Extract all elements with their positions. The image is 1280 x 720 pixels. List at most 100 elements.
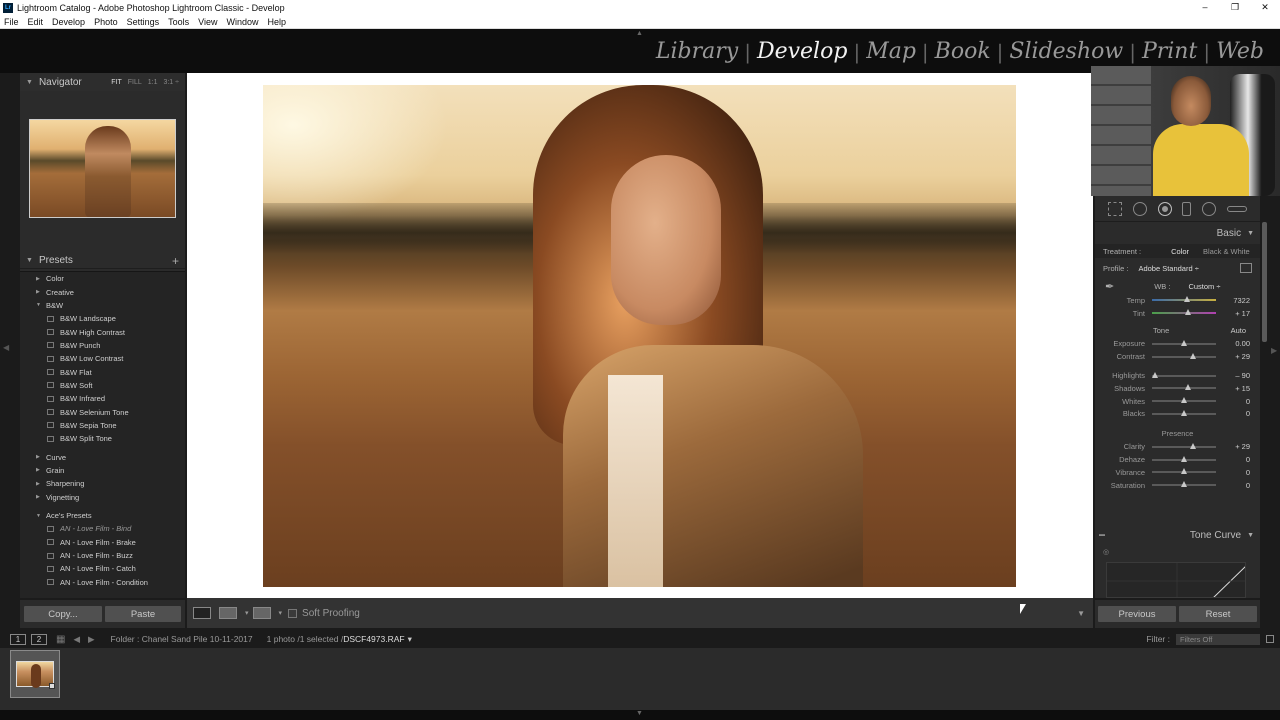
toolbar-menu-icon[interactable]: ▼ xyxy=(1077,609,1085,618)
menu-edit[interactable]: Edit xyxy=(28,17,44,27)
minimize-button[interactable]: – xyxy=(1190,2,1220,13)
collapse-triangle-icon[interactable]: ▼ xyxy=(1247,532,1254,539)
dropdown-arrow-icon[interactable]: ▾ xyxy=(279,609,283,617)
preset-item[interactable]: B&W Split Tone xyxy=(20,432,185,445)
menu-file[interactable]: File xyxy=(4,17,19,27)
collapse-top-panel-icon[interactable]: ▲ xyxy=(636,30,643,37)
close-button[interactable]: ✕ xyxy=(1250,2,1280,13)
previous-button[interactable]: Previous xyxy=(1098,606,1176,622)
folder-path[interactable]: Folder : Chanel Sand Pile 10-11-2017 xyxy=(111,634,253,644)
auto-tone-button[interactable]: Auto xyxy=(1231,326,1246,335)
grid-view-icon[interactable]: ▦ xyxy=(56,634,65,645)
slider-value[interactable]: 0 xyxy=(1216,468,1250,477)
filename-dropdown-icon[interactable]: ▾ xyxy=(408,634,412,645)
slider-value[interactable]: 7322 xyxy=(1216,296,1250,305)
slider-track[interactable] xyxy=(1152,468,1216,475)
preset-folder[interactable]: ▶ Color xyxy=(20,272,185,285)
filter-select[interactable]: Filters Off xyxy=(1176,633,1260,645)
before-after-yy-icon[interactable] xyxy=(252,607,271,619)
navigator-header[interactable]: ▼ Navigator FIT FILL 1:1 3:1 ÷ xyxy=(20,73,185,91)
slider-track[interactable] xyxy=(1152,397,1216,404)
slider-track[interactable] xyxy=(1152,442,1216,449)
slider-track[interactable] xyxy=(1152,371,1216,378)
slider-handle[interactable] xyxy=(1181,397,1187,404)
radial-filter-icon[interactable] xyxy=(1201,201,1216,216)
slider-handle[interactable] xyxy=(1181,481,1187,488)
slider-handle[interactable] xyxy=(1181,468,1187,475)
before-after-rr-icon[interactable] xyxy=(219,607,237,619)
collapsed-triangle-icon[interactable]: ▶ xyxy=(36,481,41,487)
module-slideshow[interactable]: Slideshow xyxy=(1003,39,1129,64)
zoom-fit[interactable]: FIT xyxy=(111,79,122,86)
collapsed-triangle-icon[interactable]: ▶ xyxy=(36,289,41,295)
collapse-filmstrip-icon[interactable]: ▼ xyxy=(636,710,643,717)
dropdown-arrow-icon[interactable]: ▾ xyxy=(245,609,249,617)
slider-handle[interactable] xyxy=(1181,409,1187,416)
collapsed-triangle-icon[interactable]: ▶ xyxy=(36,276,41,282)
slider-track[interactable] xyxy=(1152,352,1216,359)
preset-item[interactable]: AN - Love Film - Brake xyxy=(20,536,185,549)
menu-tools[interactable]: Tools xyxy=(168,17,189,27)
navigator-preview[interactable] xyxy=(29,119,176,218)
expanded-triangle-icon[interactable]: ▼ xyxy=(36,302,41,308)
preset-item[interactable]: B&W Soft xyxy=(20,379,185,392)
slider-value[interactable]: 0.00 xyxy=(1216,339,1250,348)
collapse-left-panel-icon[interactable]: ◀ xyxy=(3,343,9,352)
collapse-triangle-icon[interactable]: ▼ xyxy=(1247,230,1254,237)
collapse-right-panel-icon[interactable]: ▶ xyxy=(1271,346,1277,355)
add-preset-icon[interactable]: + xyxy=(172,254,179,268)
slider-value[interactable]: + 15 xyxy=(1216,384,1250,393)
slider-track[interactable] xyxy=(1152,339,1216,346)
menu-window[interactable]: Window xyxy=(227,17,259,27)
slider-handle[interactable] xyxy=(1184,296,1191,303)
right-panel-scrollbar[interactable] xyxy=(1262,222,1267,342)
main-photo[interactable] xyxy=(263,85,1016,587)
zoom-1-1[interactable]: 1:1 xyxy=(148,79,158,86)
slider-track[interactable] xyxy=(1152,309,1216,316)
slider-handle[interactable] xyxy=(1181,455,1187,462)
preset-item[interactable]: B&W Punch xyxy=(20,339,185,352)
slider-track[interactable] xyxy=(1152,455,1216,462)
menu-help[interactable]: Help xyxy=(268,17,287,27)
basic-header[interactable]: Basic ▼ xyxy=(1095,222,1260,244)
collapsed-triangle-icon[interactable]: ▶ xyxy=(36,494,41,500)
selected-filename[interactable]: DSCF4973.RAF xyxy=(343,634,404,644)
module-print[interactable]: Print xyxy=(1136,39,1203,64)
preset-item[interactable]: B&W Low Contrast xyxy=(20,352,185,365)
filmstrip-thumbnail[interactable] xyxy=(10,650,60,698)
slider-handle[interactable] xyxy=(1189,352,1196,359)
filter-lock-icon[interactable] xyxy=(1266,635,1274,643)
slider-handle[interactable] xyxy=(1185,309,1192,316)
preset-item[interactable]: B&W Landscape xyxy=(20,312,185,325)
module-map[interactable]: Map xyxy=(860,39,922,64)
preset-item[interactable]: AN - Love Film - Catch xyxy=(20,562,185,575)
reset-button[interactable]: Reset xyxy=(1179,606,1257,622)
treatment-color[interactable]: Color xyxy=(1171,247,1189,256)
preset-item[interactable]: B&W High Contrast xyxy=(20,325,185,338)
slider-value[interactable]: 0 xyxy=(1216,397,1250,406)
presets-header[interactable]: ▼ Presets + xyxy=(20,253,185,269)
preset-folder[interactable]: ▼ Ace's Presets xyxy=(20,509,185,522)
preset-folder[interactable]: ▶ Grain xyxy=(20,464,185,477)
slider-handle[interactable] xyxy=(1189,442,1196,449)
graduated-filter-icon[interactable] xyxy=(1182,201,1192,216)
forward-arrow-icon[interactable]: ▶ xyxy=(88,634,95,645)
wb-eyedropper-icon[interactable]: ✒ xyxy=(1105,280,1114,293)
preset-folder[interactable]: ▶ Vignetting xyxy=(20,491,185,504)
menu-develop[interactable]: Develop xyxy=(52,17,85,27)
slider-value[interactable]: + 17 xyxy=(1216,309,1250,318)
expanded-triangle-icon[interactable]: ▼ xyxy=(36,513,41,519)
preset-item[interactable]: B&W Infrared xyxy=(20,392,185,405)
tone-curve-graph[interactable] xyxy=(1106,562,1246,598)
zoom-fill[interactable]: FILL xyxy=(128,79,142,86)
red-eye-icon[interactable] xyxy=(1157,201,1172,216)
slider-handle[interactable] xyxy=(1185,384,1192,391)
module-develop[interactable]: Develop xyxy=(751,39,853,64)
preset-folder[interactable]: ▶ Sharpening xyxy=(20,477,185,490)
slider-value[interactable]: 0 xyxy=(1216,409,1250,418)
primary-window-button[interactable]: 1 xyxy=(10,633,26,645)
preset-folder[interactable]: ▶ Creative xyxy=(20,285,185,298)
slider-handle[interactable] xyxy=(1181,339,1187,346)
module-book[interactable]: Book xyxy=(929,39,997,64)
slider-track[interactable] xyxy=(1152,296,1216,303)
